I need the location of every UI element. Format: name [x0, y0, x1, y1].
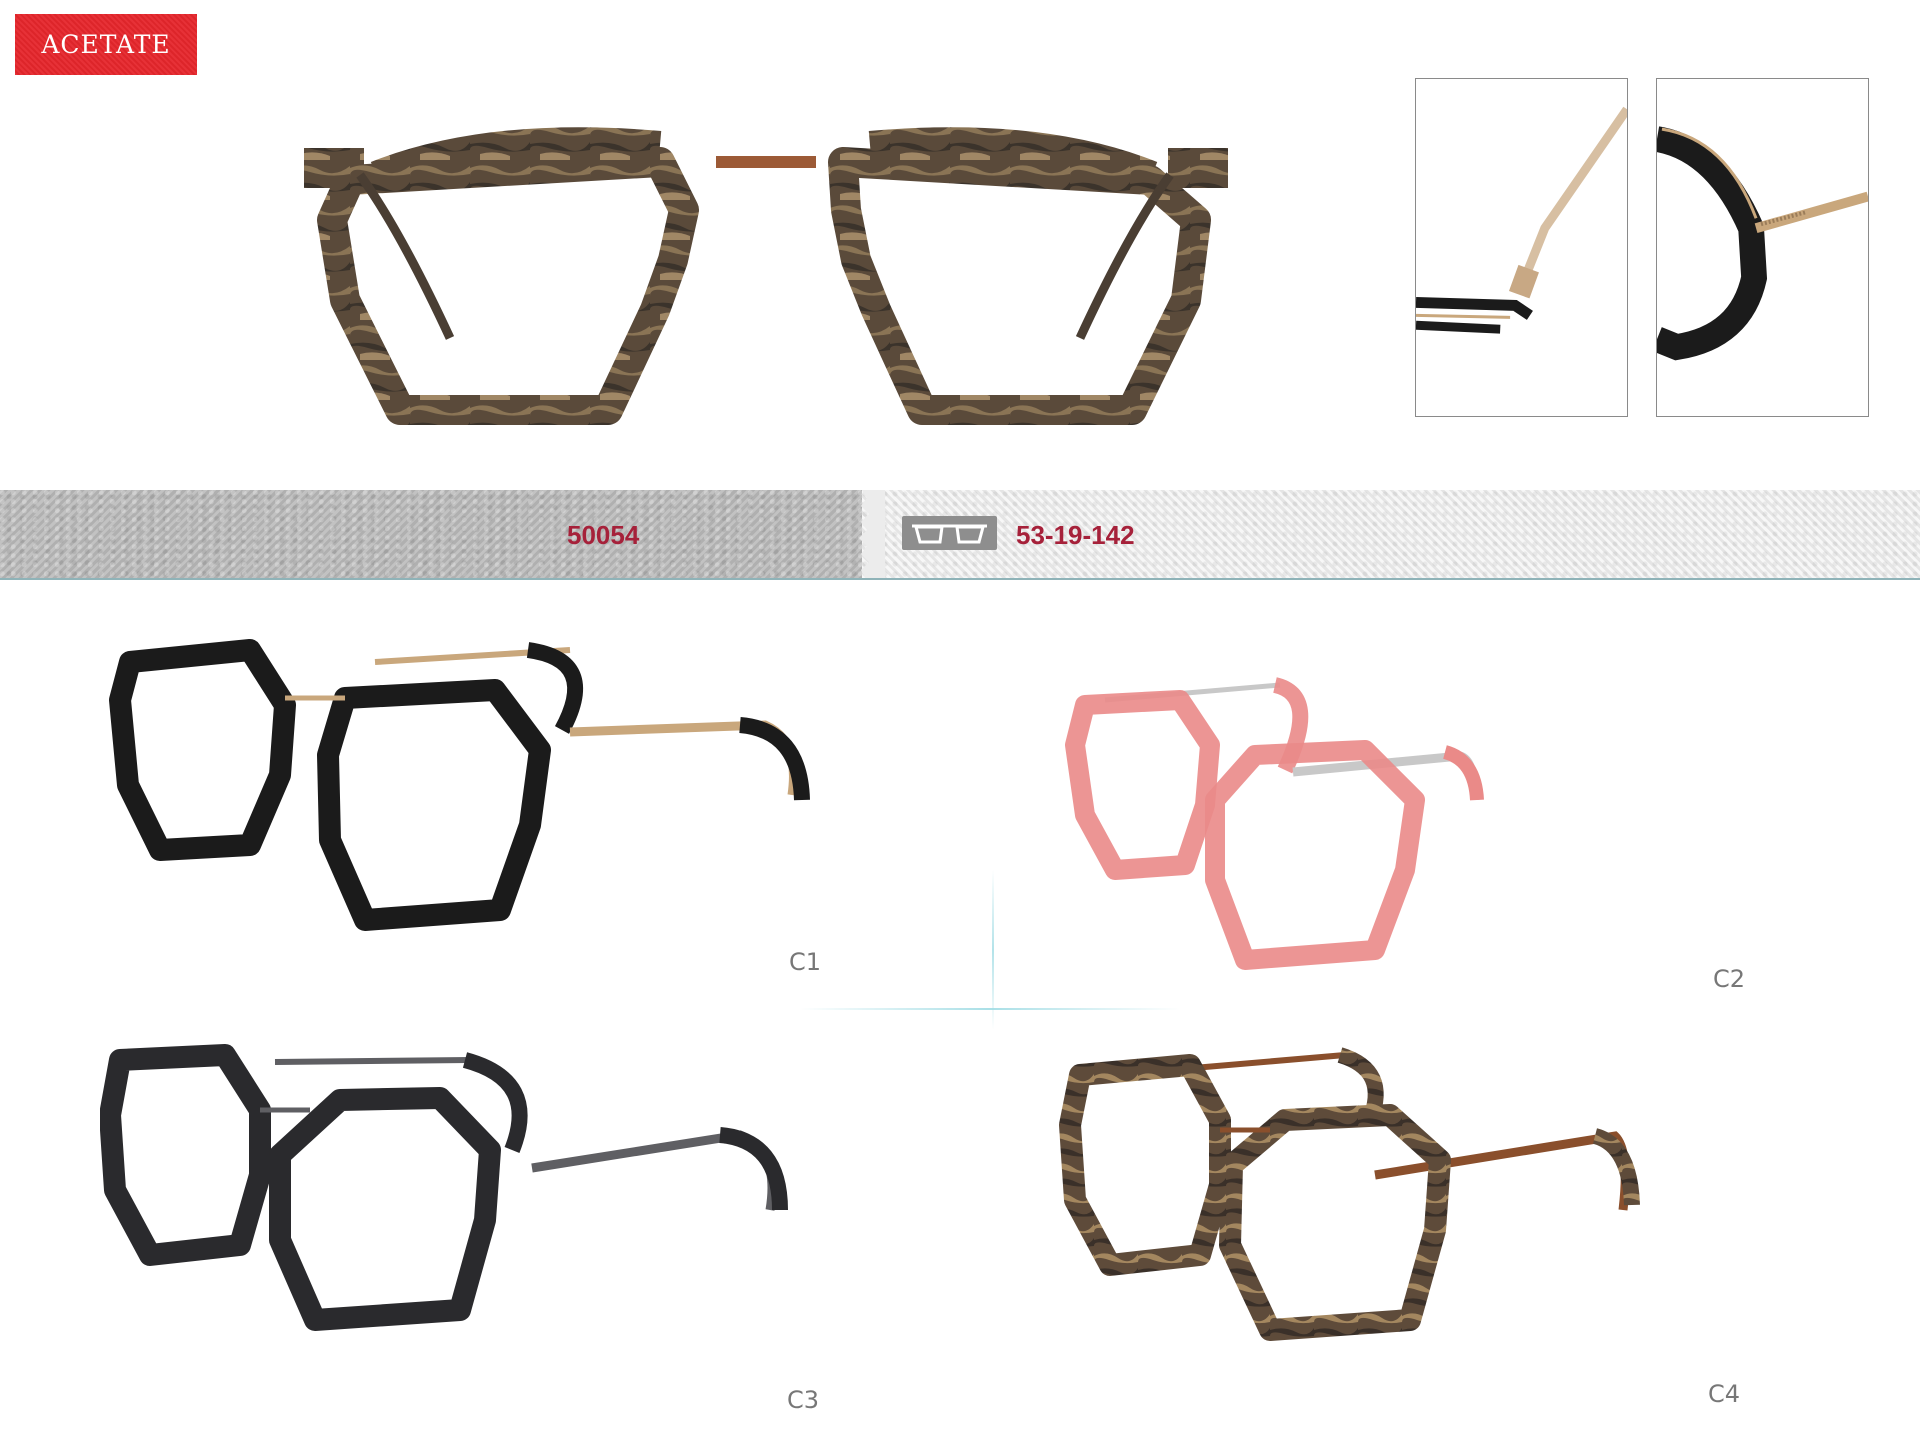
spec-band-divider [0, 578, 1920, 580]
spec-band: 50054 53-19-142 [0, 490, 1920, 580]
grid-divider-vertical [992, 870, 994, 1030]
variant-c1-image [100, 620, 920, 1000]
variant-c4-image [1050, 1040, 1870, 1420]
grid-divider-horizontal [800, 1008, 1180, 1010]
variant-c3-image [100, 1040, 920, 1420]
material-badge-label: ACETATE [41, 30, 171, 59]
variant-c4-label: C4 [1708, 1380, 1741, 1408]
model-number: 50054 [567, 520, 640, 550]
glasses-size-icon [902, 516, 997, 550]
hinge-detail-image [1415, 78, 1628, 417]
variant-c3-label: C3 [787, 1386, 820, 1414]
frame-size: 53-19-142 [1016, 520, 1135, 550]
variant-c1-label: C1 [789, 948, 822, 976]
temple-detail-image [1656, 78, 1869, 417]
torn-edge [859, 490, 885, 578]
material-badge: ACETATE [15, 14, 197, 75]
variant-c2-image [1055, 660, 1875, 1040]
spec-band-left [0, 490, 862, 578]
hero-front-view [290, 80, 1240, 430]
variant-c2-label: C2 [1713, 965, 1746, 993]
